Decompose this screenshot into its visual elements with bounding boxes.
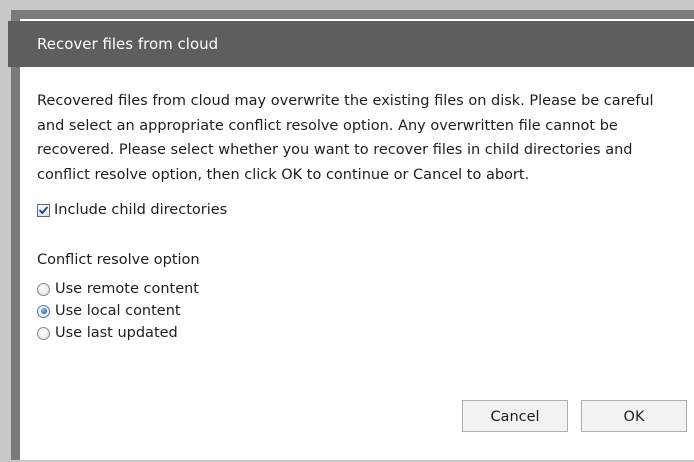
option-use-last-updated[interactable]: Use last updated <box>37 322 677 344</box>
cancel-button[interactable]: Cancel <box>462 400 568 432</box>
checkmark-icon <box>39 206 48 214</box>
radio-label: Use last updated <box>55 325 178 341</box>
radio-use-local-content[interactable] <box>37 304 50 318</box>
include-child-directories-checkbox[interactable] <box>37 203 50 217</box>
include-child-directories-label: Include child directories <box>54 202 228 218</box>
radio-use-remote-content[interactable] <box>37 282 50 296</box>
ok-button[interactable]: OK <box>581 400 687 432</box>
radio-label: Use remote content <box>55 281 199 297</box>
option-use-remote-content[interactable]: Use remote content <box>37 278 677 300</box>
dialog-content: Recovered files from cloud may overwrite… <box>37 89 677 344</box>
radio-label: Use local content <box>55 303 181 319</box>
conflict-resolve-label: Conflict resolve option <box>37 252 200 268</box>
dialog-title: Recover files from cloud <box>37 35 219 53</box>
radio-use-last-updated[interactable] <box>37 326 50 340</box>
option-use-local-content[interactable]: Use local content <box>37 300 677 322</box>
include-child-directories-option[interactable]: Include child directories <box>37 200 677 220</box>
conflict-resolve-radio-group: Use remote content Use local content Use… <box>37 278 677 344</box>
dialog-titlebar: Recover files from cloud <box>8 21 694 67</box>
warning-message: Recovered files from cloud may overwrite… <box>37 93 654 183</box>
screen: Recover files from cloud Recovered files… <box>0 0 694 462</box>
